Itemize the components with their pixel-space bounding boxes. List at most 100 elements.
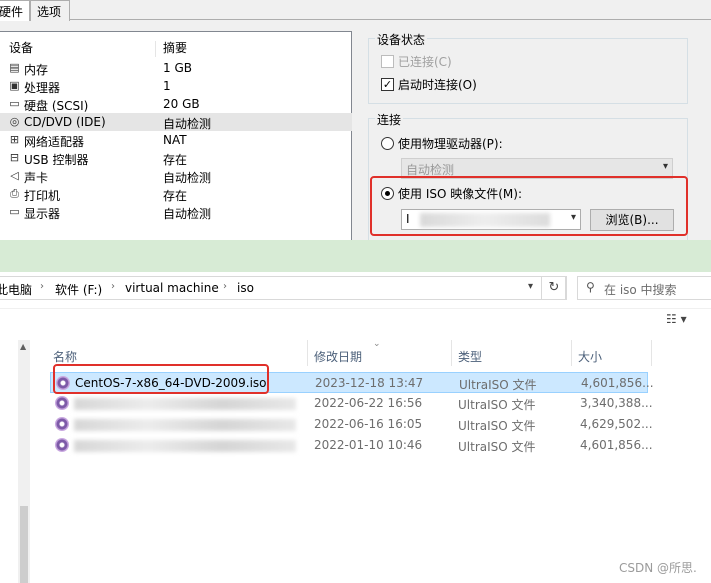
chevron-down-icon[interactable]: ▾ (528, 281, 533, 292)
breadcrumb-separator-icon[interactable]: › (40, 281, 44, 292)
usb-icon: ⊟ (9, 151, 20, 164)
device-list-header: 设备 摘要 (0, 37, 351, 57)
breadcrumb-separator-icon[interactable]: › (223, 281, 227, 292)
vm-settings-dialog: 硬件 选项 设备 摘要 ▤ 内存 1 GB ▣ 处理器 1 ▭ 硬盘 (SCSI) 20 GB ◎… (0, 0, 711, 240)
tab-options[interactable]: 选项 (30, 0, 70, 21)
connected-checkbox-box[interactable] (381, 55, 394, 68)
device-summary: 20 GB (163, 97, 200, 111)
file-type: UltraISO 文件 (459, 378, 537, 392)
connect-at-power-on-label: 启动时连接(O) (398, 78, 477, 92)
device-row[interactable]: ▭ 显示器 自动检测 (0, 203, 352, 221)
device-name: 显示器 (24, 207, 61, 221)
column-name-label: 名称 (53, 350, 78, 364)
connection-title: 连接 (375, 111, 404, 128)
file-date: 2022-01-10 10:46 (314, 438, 423, 452)
file-type: UltraISO 文件 (458, 398, 536, 412)
device-row[interactable]: ◁ 声卡 自动检测 (0, 167, 352, 185)
device-row[interactable]: ⊟ USB 控制器 存在 (0, 149, 352, 167)
search-icon: ⚲ (586, 280, 595, 294)
column-header-device[interactable]: 设备 (9, 39, 33, 56)
printer-icon: ⎙ (10, 187, 19, 200)
file-type: UltraISO 文件 (458, 419, 536, 433)
scroll-up-icon[interactable]: ▲ (20, 342, 26, 351)
display-icon: ▭ (9, 205, 20, 218)
column-type[interactable]: 类型 (453, 344, 571, 368)
view-options-icon[interactable]: ☷ ▾ (666, 312, 687, 326)
breadcrumb-drive[interactable]: 软件 (F:) (55, 281, 102, 298)
address-bar[interactable]: 此电脑 › 软件 (F:) › virtual machine › iso ▾ (0, 276, 566, 300)
iso-file-icon (55, 396, 69, 410)
device-row[interactable]: ⎙ 打印机 存在 (0, 185, 352, 203)
harddisk-icon: ▭ (9, 97, 20, 110)
refresh-icon[interactable]: ↻ (541, 276, 567, 300)
breadcrumb-separator-icon[interactable]: › (111, 281, 115, 292)
device-name: 声卡 (24, 171, 49, 185)
column-size-label: 大小 (578, 350, 603, 364)
device-row[interactable]: ▭ 硬盘 (SCSI) 20 GB (0, 95, 352, 113)
file-size: 4,601,856... (580, 438, 653, 452)
column-type-label: 类型 (458, 350, 483, 364)
redacted-file-name (74, 419, 296, 431)
separator-band (0, 240, 711, 272)
connect-at-power-on-box[interactable]: ✓ (381, 78, 394, 91)
use-physical-drive-radio[interactable]: 使用物理驱动器(P): (381, 135, 503, 152)
nav-scrollbar[interactable]: ▲ (18, 340, 30, 583)
file-explorer: 此电脑 › 软件 (F:) › virtual machine › iso ▾ … (0, 272, 711, 583)
device-status-group: 设备状态 已连接(C) ✓ 启动时连接(O) (368, 31, 688, 104)
device-summary: 存在 (163, 153, 188, 167)
file-size: 3,340,388... (580, 396, 653, 410)
file-size: 4,601,856... (581, 376, 654, 390)
iso-file-icon (55, 438, 69, 452)
memory-icon: ▤ (9, 61, 20, 74)
device-name: 网络适配器 (24, 135, 85, 149)
column-size[interactable]: 大小 (573, 344, 651, 368)
device-row[interactable]: ▤ 内存 1 GB (0, 59, 352, 77)
iso-file-icon (55, 417, 69, 431)
connect-at-power-on-checkbox[interactable]: ✓ 启动时连接(O) (381, 76, 477, 93)
device-summary: 自动检测 (163, 207, 212, 221)
column-header-summary[interactable]: 摘要 (163, 39, 187, 56)
device-summary: NAT (163, 133, 187, 147)
tab-strip: 硬件 选项 (0, 0, 711, 21)
use-physical-drive-radio-dot[interactable] (381, 137, 394, 150)
device-name: CD/DVD (IDE) (24, 115, 106, 129)
search-box[interactable]: ⚲ 在 iso 中搜索 (577, 276, 711, 300)
device-summary: 1 GB (163, 61, 192, 75)
file-date: 2022-06-22 16:56 (314, 396, 423, 410)
tab-hardware[interactable]: 硬件 (0, 0, 30, 21)
breadcrumb-this-pc[interactable]: 此电脑 (0, 281, 32, 298)
search-placeholder: 在 iso 中搜索 (604, 283, 677, 297)
file-date: 2023-12-18 13:47 (315, 376, 424, 390)
device-name: 内存 (24, 63, 49, 77)
use-physical-drive-label: 使用物理驱动器(P): (398, 137, 503, 151)
breadcrumb-folder-vm[interactable]: virtual machine (125, 281, 219, 295)
device-summary: 1 (163, 79, 171, 93)
watermark: CSDN @所思. (619, 561, 697, 575)
device-name: 硬盘 (SCSI) (24, 99, 89, 113)
scroll-thumb[interactable] (20, 506, 28, 583)
breadcrumb-folder-iso[interactable]: iso (237, 281, 254, 295)
sound-card-icon: ◁ (10, 169, 19, 182)
file-date: 2022-06-16 16:05 (314, 417, 423, 431)
file-row[interactable]: 2022-01-10 10:46 UltraISO 文件 4,601,856... (50, 435, 653, 456)
redacted-file-name (74, 398, 296, 410)
connected-label: 已连接(C) (398, 55, 452, 69)
column-date[interactable]: 修改日期 (309, 344, 451, 368)
device-name: 处理器 (24, 81, 61, 95)
device-list: 设备 摘要 ▤ 内存 1 GB ▣ 处理器 1 ▭ 硬盘 (SCSI) 20 GB ◎ CD/DVD… (0, 31, 352, 240)
highlight-iso-option (370, 176, 688, 236)
file-row[interactable]: 2022-06-16 16:05 UltraISO 文件 4,629,502... (50, 414, 653, 435)
device-row[interactable]: ⊞ 网络适配器 NAT (0, 131, 352, 149)
device-summary: 存在 (163, 189, 188, 203)
file-row[interactable]: 2022-06-22 16:56 UltraISO 文件 3,340,388... (50, 393, 653, 414)
device-summary: 自动检测 (163, 171, 212, 185)
connected-checkbox[interactable]: 已连接(C) (381, 53, 452, 70)
cdrom-icon: ◎ (9, 115, 20, 128)
device-row[interactable]: ▣ 处理器 1 (0, 77, 352, 95)
device-name: USB 控制器 (24, 153, 89, 167)
network-adapter-icon: ⊞ (9, 133, 20, 146)
processor-icon: ▣ (9, 79, 20, 92)
highlight-iso-file (53, 364, 269, 394)
file-size: 4,629,502... (580, 417, 653, 431)
device-row[interactable]: ◎ CD/DVD (IDE) 自动检测 (0, 113, 352, 131)
